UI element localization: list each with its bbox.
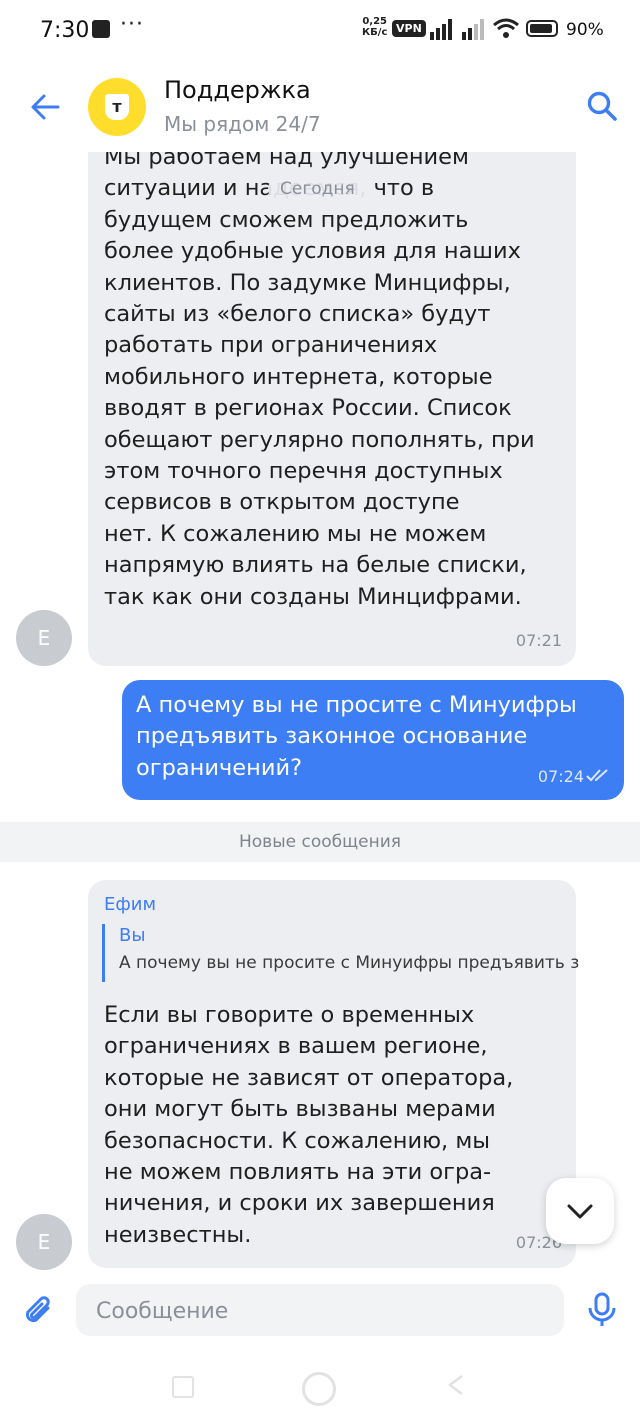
read-checkmarks-icon bbox=[586, 769, 608, 782]
network-speed: 0,25 КБ/с bbox=[362, 16, 388, 38]
sender-avatar[interactable]: Е bbox=[16, 610, 72, 666]
sender-avatar[interactable]: Е bbox=[16, 1214, 72, 1270]
chevron-down-icon bbox=[567, 1204, 593, 1219]
back-arrow-icon[interactable] bbox=[28, 90, 62, 124]
signal-icon-2 bbox=[462, 19, 484, 40]
support-avatar[interactable]: т bbox=[88, 78, 146, 136]
recent-apps-icon[interactable] bbox=[172, 1376, 194, 1398]
message-text: Мы работаем над улучшением ситуации и на… bbox=[104, 144, 535, 610]
home-icon[interactable] bbox=[302, 1372, 336, 1406]
system-back-icon[interactable] bbox=[446, 1374, 466, 1396]
message-time: 07:24 bbox=[537, 767, 584, 786]
chat-header-overlay: т Поддержка Мы рядом 24/7 bbox=[0, 62, 640, 154]
message-field[interactable] bbox=[76, 1284, 564, 1338]
battery-icon bbox=[526, 20, 558, 37]
status-bar: 7:30 ··· 0,25 КБ/с VPN 90% bbox=[0, 0, 640, 62]
vpn-badge: VPN bbox=[392, 20, 426, 37]
sim-card-icon bbox=[92, 20, 110, 38]
message-text: Если вы говорите о временных ограничения… bbox=[104, 1002, 514, 1248]
microphone-icon[interactable] bbox=[586, 1292, 618, 1328]
date-pill: Сегодня bbox=[268, 176, 367, 202]
battery-percent: 90% bbox=[566, 20, 604, 40]
scroll-down-button[interactable] bbox=[546, 1178, 614, 1244]
sender-name: Ефим bbox=[104, 894, 157, 915]
quoted-message[interactable]: Вы А почему вы не просите с Минуифры пре… bbox=[102, 924, 579, 982]
message-input[interactable] bbox=[94, 1284, 538, 1338]
system-nav-bar bbox=[0, 1350, 640, 1423]
bank-logo-icon: т bbox=[105, 94, 129, 120]
search-icon[interactable] bbox=[586, 90, 618, 122]
composer bbox=[0, 1270, 640, 1350]
quote-text: А почему вы не просите с Минуифры предъя… bbox=[119, 953, 579, 973]
attach-paperclip-icon[interactable] bbox=[22, 1294, 56, 1328]
signal-icon bbox=[430, 19, 452, 40]
quote-author: Вы bbox=[119, 925, 146, 946]
incoming-message-reply[interactable]: Ефим Вы А почему вы не просите с Минуифр… bbox=[88, 880, 579, 1268]
wifi-icon bbox=[493, 18, 519, 38]
more-notifications-icon: ··· bbox=[120, 12, 144, 37]
chat-title[interactable]: Поддержка bbox=[164, 76, 311, 104]
new-messages-divider: Новые сообщения bbox=[0, 822, 640, 862]
outgoing-message[interactable]: А почему вы не просите с Минуифры предъя… bbox=[122, 680, 624, 800]
status-time: 7:30 bbox=[40, 18, 90, 43]
message-time: 07:21 bbox=[515, 631, 562, 650]
chat-subtitle: Мы рядом 24/7 bbox=[164, 112, 321, 136]
